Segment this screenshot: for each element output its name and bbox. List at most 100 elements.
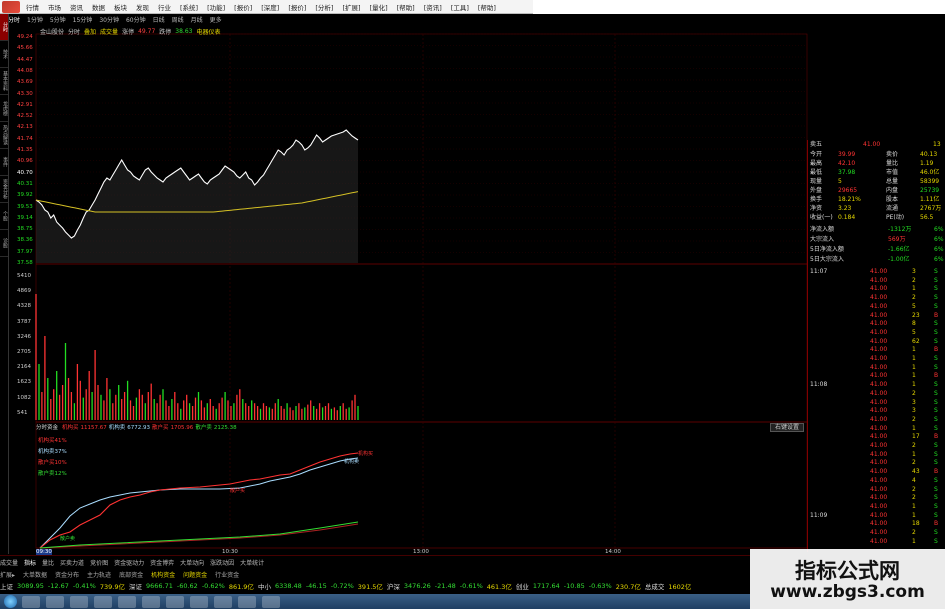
period-tab[interactable]: 周线 [172,15,184,24]
period-tab[interactable]: 日线 [153,15,165,24]
indicator-tab[interactable]: 竞价图 [90,558,108,567]
taskbar-app-icon[interactable] [46,595,64,608]
sidebar-tab[interactable]: 诊股 [0,230,8,257]
tick-row: 41.00 1 S [808,503,945,512]
tick-volume: 4 [912,476,916,484]
menu-item[interactable]: [帮助] [478,2,496,12]
volume-axis-label: 1623 [17,379,31,386]
price-axis-label: 42.13 [17,124,33,131]
volume-bars [35,294,359,420]
stock-bar-item: 49.77 [138,27,156,35]
menu-item[interactable]: 行情 [26,2,39,12]
flow-pct: 6% [934,226,944,233]
quote-value2: 40.13 [920,151,938,158]
extension-tab[interactable]: 机构资金 [151,570,175,579]
menu-item[interactable]: [功能] [207,2,225,12]
extension-tab[interactable]: 问题资金 [183,570,207,579]
menu-item[interactable]: [系统] [180,2,198,12]
period-tab[interactable]: 月线 [191,15,203,24]
indicator-tab[interactable]: 资金博弈 [150,558,174,567]
menu-item[interactable]: 行业 [158,2,171,12]
extension-tab[interactable]: 大单数据 [23,570,47,579]
sidebar-tab[interactable]: 基本资料 [0,68,8,95]
quote-value2: 56.5 [920,214,934,221]
menu-item[interactable]: 市场 [48,2,61,12]
menu-item[interactable]: [扩展] [342,2,360,12]
menu-item[interactable]: 资讯 [70,2,83,12]
menu-item[interactable]: [帮助] [397,2,415,12]
tick-price: 41.00 [870,450,888,458]
taskbar-app-icon[interactable] [118,595,136,608]
menu-item[interactable]: [分析] [315,2,333,12]
quote-row: 最低 37.98 市值 46.0亿 [808,169,945,178]
chart-settings-button[interactable]: 右键设置 [770,423,804,432]
period-tab[interactable]: 60分钟 [126,15,146,24]
tick-price: 41.00 [870,372,888,380]
quote-key: 今开 [810,151,823,158]
taskbar-app-icon[interactable] [190,595,208,608]
sidebar-tab[interactable]: 龙虎榜 [0,95,8,122]
sidebar-tab[interactable]: 资金分析 [0,176,8,203]
volume-axis-label: 4869 [17,288,31,295]
indicator-tab[interactable]: 成交量 [0,558,18,567]
indicator-tab[interactable]: 量比 [42,558,54,567]
sidebar-tab[interactable]: 分时 [0,14,8,41]
sidebar-tab[interactable]: 技术 [0,41,8,68]
menu-item[interactable]: [资讯] [424,2,442,12]
tick-volume: 3 [912,407,916,415]
extension-tab[interactable]: 底部资金 [119,570,143,579]
period-tab[interactable]: 15分钟 [73,15,93,24]
tick-volume: 3 [912,398,916,406]
period-tab[interactable]: 30分钟 [99,15,119,24]
taskbar-app-icon[interactable] [94,595,112,608]
start-orb-icon[interactable] [4,595,17,608]
menu-item[interactable]: [工具] [451,2,469,12]
taskbar-app-icon[interactable] [262,595,280,608]
sidebar-tab[interactable]: 事件 [0,149,8,176]
menu-item[interactable]: [量化] [370,2,388,12]
stock-bar-item[interactable]: 叠加 [84,27,96,36]
indicator-tab[interactable]: 买卖力道 [60,558,84,567]
tick-side: S [934,442,938,449]
indicator-tab[interactable]: 大单统计 [240,558,264,567]
extension-tab[interactable]: 扩展▸ [0,570,15,579]
extension-tab[interactable]: 资金分布 [55,570,79,579]
intraday-chart[interactable]: 机构买机构卖散户买散户卖 [0,0,945,609]
menu-item[interactable]: [报价] [288,2,306,12]
indicator-tab[interactable]: 指标 [24,558,36,567]
menu-item[interactable]: 发现 [136,2,149,12]
period-tab[interactable]: 更多 [210,15,222,24]
stock-bar-item[interactable]: 成交量 [100,27,118,36]
indicator-tab[interactable]: 大单动向 [180,558,204,567]
flow-value: 569万 [888,236,906,243]
taskbar-app-icon[interactable] [142,595,160,608]
period-tab[interactable]: 1分钟 [27,15,43,24]
extension-tab[interactable]: 行业资金 [215,570,239,579]
menu-item[interactable]: [深度] [261,2,279,12]
indicator-tab[interactable]: 资金驱动力 [114,558,144,567]
tick-volume: 5 [912,328,916,336]
tick-row: 41.00 23 B [808,312,945,321]
sidebar-tab[interactable]: 热点解读 [0,122,8,149]
quote-row: 最高 42.10 量比 1.19 [808,160,945,169]
period-tab[interactable]: 5分钟 [50,15,66,24]
tick-side: S [934,320,938,328]
period-tab[interactable]: 分时 [8,15,20,24]
menu-item[interactable]: [报价] [234,2,252,12]
menu-item[interactable]: 数据 [92,2,105,12]
tick-price: 41.00 [870,276,888,284]
index-ticker-item: -12.67 [47,582,69,590]
tick-price: 41.00 [870,494,888,502]
taskbar-app-icon[interactable] [166,595,184,608]
sidebar-tab[interactable]: 个股 [0,203,8,230]
taskbar-app-icon[interactable] [70,595,88,608]
tick-row: 41.00 43 B [808,468,945,477]
menu-item[interactable]: 板块 [114,2,127,12]
taskbar-app-icon[interactable] [238,595,256,608]
tick-side: S [934,268,938,275]
indicator-value: 6772.93 [127,425,151,431]
taskbar-app-icon[interactable] [214,595,232,608]
indicator-tab[interactable]: 涨跌动因 [210,558,234,567]
extension-tab[interactable]: 主力轨迹 [87,570,111,579]
taskbar-app-icon[interactable] [22,595,40,608]
